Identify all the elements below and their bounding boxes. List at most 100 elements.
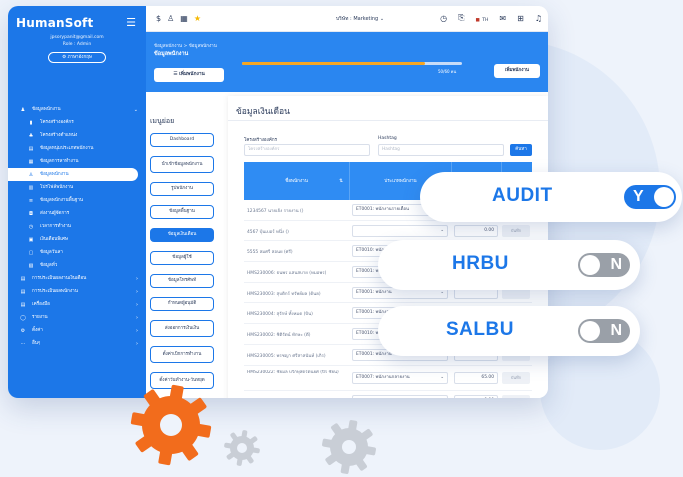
employee-type-select[interactable]: ET0007: พนักงานกลายงาน ⌄ [352, 371, 448, 384]
dollar-icon[interactable]: $ [156, 14, 167, 23]
sidebar-item-label: เวลาการทำงาน [40, 224, 71, 229]
add-employee-secondary-button[interactable]: เพิ่มพนักงาน [494, 64, 540, 78]
submenu-item[interactable]: ข้อมูลผู้ใช้ [150, 251, 214, 265]
language-select[interactable]: ■ TH [475, 14, 488, 23]
sidebar-item[interactable]: ♙ ข้อมูลพนักงาน [8, 168, 138, 181]
table-row: 666612: สมศรี แตกยอ () ⌄ 0.00 บันทึก [244, 391, 532, 399]
employee-name-cell: 1234567 นายเจ้ง รายงาน () [247, 209, 304, 214]
sidebar-item-label: ข้อมูลหนุ่มประเภทพนักงาน [40, 146, 94, 151]
column-header-name-label: ชื่อพนักงาน [285, 178, 308, 184]
submenu-item[interactable]: ส่งออกการเงินเงิน [150, 320, 214, 337]
sidebar-item-label: ข้อมูลพนักงานพื้นฐาน [40, 198, 84, 203]
topbar-left-icons: $♙▦★ [156, 14, 207, 23]
clock-icon[interactable]: ◷ [440, 14, 447, 23]
submenu-item[interactable]: Dashboard [150, 133, 214, 147]
sidebar-item[interactable]: ▣ เงินเดือนพิเศษ [8, 233, 146, 246]
grid-icon: ▥ [28, 184, 34, 191]
sidebar-item[interactable]: ≡ ข้อมูลพนักงานพื้นฐาน [8, 194, 146, 207]
employee-type-value: ET0001: พนักงาน [356, 289, 392, 295]
employee-type-value: ET0007: พนักงานกลายงาน [356, 374, 410, 380]
user-icon[interactable]: ♙ [167, 14, 180, 23]
employee-type-value: ET0001: พนักงาน [356, 351, 392, 357]
divider [228, 120, 548, 121]
employee-type-select[interactable]: ⌄ [352, 224, 448, 237]
submenu: เมนูย่อย Dashboard นำเข้าข้อมูลพนักงาน รูป… [146, 116, 216, 398]
submenu-item[interactable]: นำเข้าข้อมูลพนักงาน [150, 156, 214, 173]
submenu-item[interactable]: ตั้งค่าเบิกการทำงาน [150, 346, 214, 363]
org-filter-label: โครงสร้างองค์กร [244, 138, 277, 143]
gear-icon [322, 420, 376, 474]
sidebar-item[interactable]: ▮ โครงสร้างองค์กร [8, 116, 146, 129]
folder-icon: ▤ [20, 301, 26, 308]
save-button[interactable]: บันทึก [502, 371, 530, 384]
salbu-toggle[interactable]: N [578, 319, 630, 343]
apps-icon[interactable]: ⊞ [517, 14, 524, 23]
chat-icon[interactable]: ✉ [499, 14, 506, 23]
sidebar-item[interactable]: ▧ ข้อมูลทั่ว [8, 259, 146, 272]
amount-input[interactable]: 0.00 [454, 394, 498, 398]
gear-icon [130, 384, 212, 466]
save-button[interactable]: บันทึก [502, 224, 530, 237]
employee-name-cell: 666612: สมศรี แตกยอ () [247, 398, 347, 399]
sidebar-item[interactable]: ▤ การประเมินผลพนักงาน › [8, 285, 146, 298]
column-header-name[interactable]: ชื่อพนักงาน ⇅ [244, 162, 350, 200]
sidebar-item[interactable]: ♣ โครงสร้างตำแหน่ง [8, 129, 146, 142]
sidebar-item[interactable]: ▤ การประเมินผลงานเงินเดือน › [8, 272, 146, 285]
sidebar-item[interactable]: ⋯ อื่นๆ › [8, 337, 146, 350]
submenu-item[interactable]: ข้อมูลเงินเดือน [150, 228, 214, 242]
chevron-down-icon: ⌄ [133, 106, 138, 113]
employee-name-cell: 4567 บุ้นเบอร์ หนึ่ง () [247, 229, 289, 235]
sidebar-item-label: โครงสร้างตำแหน่ง [40, 133, 78, 138]
language-switch-button[interactable]: ⚙ ภาษาอังกฤษ [48, 52, 106, 63]
add-employee-button[interactable]: ☰ เพิ่มพนักงาน [154, 68, 224, 82]
circle-icon: ◯ [20, 314, 26, 321]
company-select[interactable]: บริษัท : Marketing ⌄ [336, 15, 384, 23]
submenu-item[interactable]: ข้อมูลโทรศัพท์ [150, 274, 214, 288]
user-role: Role : Admin [62, 42, 92, 47]
audit-toggle-state: Y [633, 188, 644, 205]
audit-toggle[interactable]: Y [624, 185, 676, 209]
toggle-label-hrbu: HRBU [452, 253, 509, 274]
star-icon[interactable]: ★ [194, 14, 207, 23]
sidebar-item-label: การประเมินผลงานเงินเดือน [32, 276, 87, 281]
hrbu-toggle[interactable]: N [578, 253, 630, 277]
toggle-label-salbu: SALBU [446, 319, 514, 340]
file-icon: ▢ [28, 249, 34, 256]
sidebar-item[interactable]: ▤ ข้อมูลหนุ่มประเภทพนักงาน [8, 142, 146, 155]
employee-name-cell: HMS230003: สุบดิกร์ ทรัพย์ผล (ต้นฮ) [247, 291, 321, 297]
hashtag-filter-input[interactable]: Hashtag [378, 144, 504, 156]
sidebar-item-label: อื่นๆ [32, 341, 41, 346]
hamburger-icon[interactable]: ☰ [126, 16, 136, 29]
submenu-item[interactable]: กำหนดผู้อนุมัติ [150, 297, 214, 311]
employee-type-select[interactable]: ⌄ [352, 394, 448, 398]
toggle-card-hrbu: HRBU N [378, 240, 640, 290]
toggle-label-audit: AUDIT [492, 185, 553, 206]
chevron-right-icon: › [136, 327, 138, 334]
chevron-down-icon: ⌄ [440, 227, 444, 233]
topbar-right-icons: ◷ ⎘ ■ TH ✉ ⊞ ♫ [440, 13, 542, 23]
sidebar-item[interactable]: ⚙ ตั้งค่า › [8, 324, 146, 337]
employee-name-cell: HMS230002: ชิติรัตน์ ทักษะ (ดี) [247, 333, 311, 339]
amount-input[interactable]: 0.00 [454, 224, 498, 237]
submenu-item[interactable]: รูปพนักงาน [150, 182, 214, 196]
table-icon[interactable]: ▦ [180, 14, 194, 23]
tree-icon: ♣ [28, 132, 34, 139]
submenu-item[interactable]: ข้อมูลพื้นฐาน [150, 205, 214, 219]
sidebar-item[interactable]: ▥ โปรไฟล์พนักงาน [8, 181, 146, 194]
sidebar-item[interactable]: ◘ ส่งงานผู้จัดการ [8, 207, 146, 220]
save-button[interactable]: บันทึก [502, 394, 530, 398]
amount-input[interactable]: 65.00 [454, 371, 498, 384]
notification-icon[interactable]: ♫ [535, 14, 542, 23]
org-filter-input[interactable]: โครงสร้างองค์กร [244, 144, 370, 156]
sidebar-item[interactable]: ▢ ข้อมูลวันลา [8, 246, 146, 259]
logout-icon[interactable]: ⎘ [458, 13, 464, 23]
sidebar-item[interactable]: ◯ รายงาน › [8, 311, 146, 324]
sidebar-item-label: ข้อมูลพนักงาน [32, 107, 61, 112]
sidebar-item[interactable]: ▤ เครื่องมือ › [8, 298, 146, 311]
sidebar-item[interactable]: ▦ ข้อมูลการลาทำงาน [8, 155, 146, 168]
sidebar-item[interactable]: ♟ ข้อมูลพนักงาน ⌄ [8, 103, 146, 116]
add-employee-label: เพิ่มพนักงาน [179, 72, 205, 77]
sidebar-item[interactable]: ◷ เวลาการทำงาน [8, 220, 146, 233]
brand-logo[interactable]: HumanSoft [16, 16, 93, 30]
search-button[interactable]: ค้นหา [510, 144, 532, 156]
